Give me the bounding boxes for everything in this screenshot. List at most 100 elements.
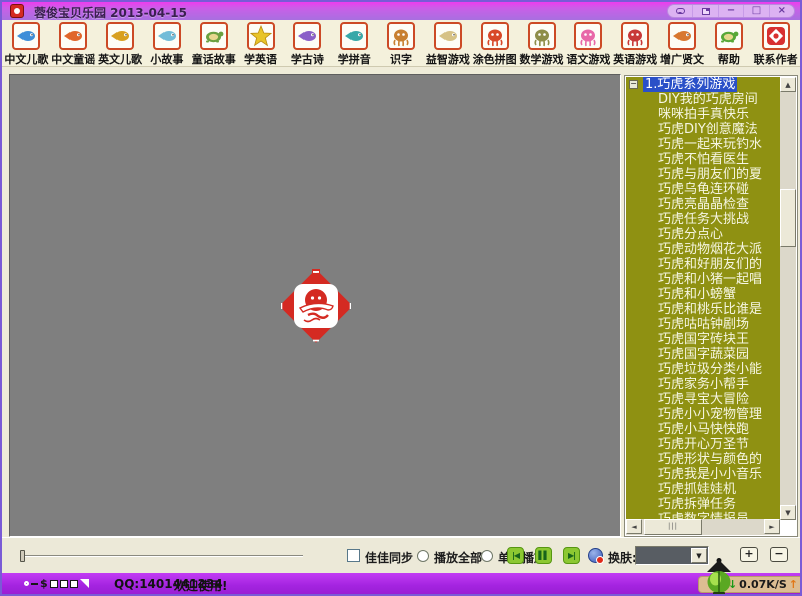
player-bar: 佳佳同步 播放全部 单曲播放 |◀ ▌▌ ▶| 换肤: ▼ + − [2, 537, 800, 573]
sync-checkbox[interactable] [347, 549, 360, 562]
horizontal-scrollbar[interactable]: ◄ ||| ► [626, 519, 780, 535]
tree-root-item[interactable]: −1.巧虎系列游戏 [626, 77, 780, 92]
toolbar-item-7[interactable]: 学古诗 [284, 22, 331, 66]
toolbar-item-6[interactable]: 学英语 [237, 22, 284, 66]
goldfish-icon [106, 22, 134, 50]
scroll-left-icon[interactable]: ◄ [626, 519, 642, 534]
tree-item-12[interactable]: 巧虎和好朋友们的 [626, 257, 780, 272]
toolbar-item-14[interactable]: 英语游戏 [612, 22, 659, 66]
skin-dropdown[interactable]: ▼ [635, 546, 709, 565]
tree-item-24[interactable]: 巧虎开心万圣节 [626, 437, 780, 452]
skin-icon [702, 8, 710, 15]
tree-item-28[interactable]: 巧虎拆弹任务 [626, 497, 780, 512]
sea-turtle-icon [200, 22, 228, 50]
tree-item-22[interactable]: 巧虎小小宠物管理 [626, 407, 780, 422]
tree-item-18[interactable]: 巧虎国字蔬菜园 [626, 347, 780, 362]
scroll-up-icon[interactable]: ▲ [780, 77, 796, 92]
tree-item-6[interactable]: 巧虎与朋友们的夏 [626, 167, 780, 182]
vertical-scrollbar[interactable]: ▲ ▼ [780, 77, 796, 520]
fox-icon [668, 22, 696, 50]
maximize-button[interactable]: □ [744, 5, 769, 17]
toolbar-item-1[interactable]: 中文儿歌 [3, 22, 50, 66]
tree-item-25[interactable]: 巧虎形状与颜色的 [626, 452, 780, 467]
volume-down-button[interactable]: − [770, 547, 788, 562]
tree-item-11[interactable]: 巧虎动物烟花大派 [626, 242, 780, 257]
ray-icon [434, 22, 462, 50]
toolbar-item-16[interactable]: 帮助 [705, 22, 752, 66]
tree-item-9[interactable]: 巧虎任务大挑战 [626, 212, 780, 227]
collapse-icon[interactable]: − [629, 80, 638, 89]
starfish-icon [247, 22, 275, 50]
game-tree: −1.巧虎系列游戏DIY我的巧虎房间咪咪拍手真快乐巧虎DIY创意魔法巧虎一起来玩… [626, 77, 780, 520]
red-crab-icon [481, 22, 509, 50]
tree-item-26[interactable]: 巧虎我是小小音乐 [626, 467, 780, 482]
welcome-message: 欢迎使用! [174, 577, 227, 594]
toolbar-item-2[interactable]: 中文童谣 [50, 22, 97, 66]
toolbar-item-label: 英文儿歌 [97, 51, 144, 67]
tree-item-1[interactable]: DIY我的巧虎房间 [626, 92, 780, 107]
tree-item-23[interactable]: 巧虎小马快快跑 [626, 422, 780, 437]
octopus-icon [574, 22, 602, 50]
toolbar-item-12[interactable]: 数学游戏 [518, 22, 565, 66]
toolbar-item-13[interactable]: 语文游戏 [565, 22, 612, 66]
tree-item-7[interactable]: 巧虎乌龟连环碰 [626, 182, 780, 197]
tree-item-15[interactable]: 巧虎和桃乐比谁是 [626, 302, 780, 317]
next-track-button[interactable]: ▶| [563, 547, 580, 564]
tree-root-label: 1.巧虎系列游戏 [643, 77, 737, 92]
toolbar-item-5[interactable]: 童话故事 [190, 22, 237, 66]
tree-item-13[interactable]: 巧虎和小猪一起唱 [626, 272, 780, 287]
slider-thumb[interactable] [20, 550, 25, 562]
tree-item-19[interactable]: 巧虎垃圾分类小能 [626, 362, 780, 377]
tree-item-21[interactable]: 巧虎寻宝大冒险 [626, 392, 780, 407]
tree-item-27[interactable]: 巧虎抓娃娃机 [626, 482, 780, 497]
single-play-radio[interactable] [481, 550, 493, 562]
previous-track-button[interactable]: |◀ [507, 547, 524, 564]
toolbar-item-8[interactable]: 学拼音 [331, 22, 378, 66]
volume-up-button[interactable]: + [740, 547, 758, 562]
toolbar-item-3[interactable]: 英文儿歌 [97, 22, 144, 66]
toolbar-item-label: 数学游戏 [518, 51, 565, 67]
toolbar-item-15[interactable]: 增广贤文 [659, 22, 706, 66]
tree-item-16[interactable]: 巧虎咕咕钟剧场 [626, 317, 780, 332]
progress-slider[interactable] [20, 548, 303, 564]
tree-item-3[interactable]: 巧虎DIY创意魔法 [626, 122, 780, 137]
status-bar: $ QQ:1401441234 欢迎使用! [2, 573, 800, 594]
tree-item-17[interactable]: 巧虎国字砖块王 [626, 332, 780, 347]
skin-button[interactable] [693, 5, 718, 17]
turtle-icon [715, 22, 743, 50]
play-all-radio[interactable] [417, 550, 429, 562]
app-logo-icon [10, 4, 24, 18]
toolbar-item-11[interactable]: 涂色拼图 [471, 22, 518, 66]
toolbar-item-label: 识字 [378, 51, 425, 67]
pause-button[interactable]: ▌▌ [535, 547, 552, 564]
tree-item-10[interactable]: 巧虎分点心 [626, 227, 780, 242]
upload-arrow-icon: ↑ [789, 578, 798, 591]
tree-item-14[interactable]: 巧虎和小螃蟹 [626, 287, 780, 302]
toolbar-item-label: 涂色拼图 [471, 51, 518, 67]
minimize-button[interactable]: − [719, 5, 744, 17]
toolbar-item-label: 英语游戏 [612, 51, 659, 67]
toolbar-item-17[interactable]: 联系作者 [752, 22, 799, 66]
horizontal-scroll-thumb[interactable]: ||| [644, 519, 702, 535]
contact-seal-icon [762, 22, 790, 50]
tree-item-2[interactable]: 咪咪拍手真快乐 [626, 107, 780, 122]
chat-button[interactable] [668, 5, 693, 17]
game-list-panel: −1.巧虎系列游戏DIY我的巧虎房间咪咪拍手真快乐巧虎DIY创意魔法巧虎一起来玩… [624, 75, 798, 537]
net-speed-value: 0.07K/S [739, 578, 787, 591]
tree-item-4[interactable]: 巧虎一起来玩钓水 [626, 137, 780, 152]
close-button[interactable]: × [770, 5, 794, 17]
vertical-scroll-thumb[interactable] [780, 189, 796, 247]
tree-item-8[interactable]: 巧虎亮晶晶检查 [626, 197, 780, 212]
lantern-widget-icon[interactable] [701, 558, 737, 596]
tree-item-5[interactable]: 巧虎不怕看医生 [626, 152, 780, 167]
toolbar-item-4[interactable]: 小故事 [143, 22, 190, 66]
scroll-right-icon[interactable]: ► [764, 519, 780, 534]
toolbar-item-label: 中文童谣 [50, 51, 97, 67]
toolbar-item-label: 中文儿歌 [3, 51, 50, 67]
scroll-down-icon[interactable]: ▼ [780, 505, 796, 520]
toolbar-item-10[interactable]: 益智游戏 [424, 22, 471, 66]
stop-record-icon[interactable] [588, 548, 603, 563]
toolbar-item-label: 联系作者 [752, 51, 799, 67]
toolbar-item-9[interactable]: 识字 [378, 22, 425, 66]
tree-item-20[interactable]: 巧虎家务小帮手 [626, 377, 780, 392]
